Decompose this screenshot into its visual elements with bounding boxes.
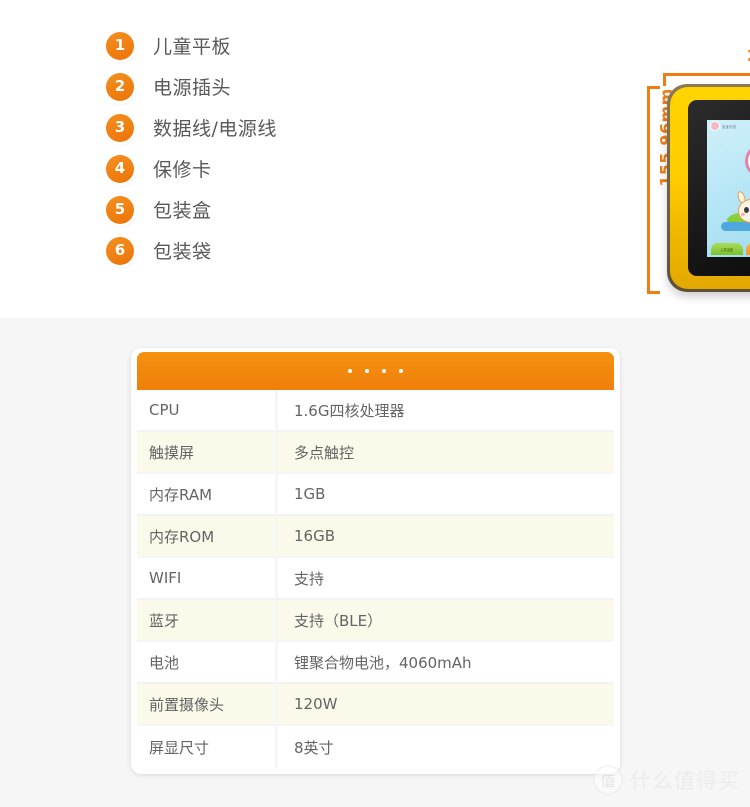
table-row: 蓝牙 支持（BLE） [137,600,614,642]
list-number-badge: 1 [106,31,134,60]
list-number-badge: 2 [106,72,134,101]
list-number-badge: 5 [106,195,134,224]
spec-value-cell: 1GB [275,474,614,516]
package-contents-list: 1 儿童平板 2 电源插头 3 数据线/电源线 4 保修卡 5 包装盒 6 包装袋 [106,25,326,271]
package-list-item: 6 包装袋 [106,230,326,271]
spec-key-cell: 蓝牙 [137,600,275,642]
spec-key-cell: 屏显尺寸 [149,738,210,757]
spec-value-cell: 支持（BLE） [275,600,614,642]
spec-value-cell: 16GB [275,516,614,558]
spec-value-cell: 1.6G四核处理器 [275,390,614,432]
list-number-badge: 4 [106,154,134,183]
specifications-card-header [137,352,614,390]
spec-value-cell: 锂聚合物电池，4060mAh [275,642,614,684]
product-detail-page: 1 儿童平板 2 电源插头 3 数据线/电源线 4 保修卡 5 包装盒 6 包装袋 226.30mm … [0,0,750,807]
header-dot-icon [382,369,386,373]
watermark-text: 什么值得买 [630,769,740,793]
package-item-label: 电源插头 [153,77,232,99]
android-nav-bar [688,264,750,272]
tablet-screen-content: 宝宝乐园 100% [707,120,750,257]
spec-key-cell: CPU [137,390,275,432]
package-list-item: 2 电源插头 [106,66,326,107]
spec-key-cell: 内存RAM [137,474,275,516]
spec-key-cell: WIFI [137,558,275,600]
specifications-table: CPU 1.6G四核处理器 触摸屏 多点触控 内存RAM 1GB 内存ROM 16GB WIFI… [137,390,614,768]
bunny-cheek-icon [741,213,745,216]
package-item-label: 包装盒 [153,200,212,222]
table-row: 内存RAM 1GB [137,474,614,516]
package-list-item: 3 数据线/电源线 [106,107,326,148]
package-list-item: 5 包装盒 [106,189,326,230]
tablet-device-image: 宝宝乐园 100% [667,84,750,292]
package-item-label: 数据线/电源线 [153,118,277,140]
package-item-label: 保修卡 [153,159,212,181]
header-dot-icon [365,369,369,373]
specifications-section: CPU 1.6G四核处理器 触摸屏 多点触控 内存RAM 1GB 内存ROM 16GB WIFI… [0,318,750,807]
tablet-screen-frame: 宝宝乐园 100% [688,100,750,276]
table-row: CPU 1.6G四核处理器 [137,390,614,432]
spec-key-cell: 电池 [137,642,275,684]
package-list-item: 1 儿童平板 [106,25,326,66]
device-dimensions-area: 226.30mm 155.96mm [315,20,750,300]
spec-key-cell: 触摸屏 [137,432,275,474]
table-row: 前置摄像头 120W [137,684,614,726]
category-dock: 儿童桌面语文英语数学音乐百科园 [711,241,750,255]
header-dot-icon [348,369,352,373]
package-contents-section: 1 儿童平板 2 电源插头 3 数据线/电源线 4 保修卡 5 包装盒 6 包装袋 226.30mm … [0,0,750,318]
screen-gloss-overlay [707,120,750,257]
dock-category-button[interactable]: 语文 [745,243,750,255]
package-list-item: 4 保修卡 [106,148,326,189]
bunny-eye-icon [744,207,749,213]
table-row: WIFI 支持 [137,558,614,600]
list-number-badge: 6 [106,236,134,265]
bunny-mascot-illustration [736,190,750,225]
header-dot-icon [399,369,403,373]
table-row: 内存ROM 16GB [137,516,614,558]
spec-key-cell: 前置摄像头 [137,684,275,726]
site-watermark: 值 什么值得买 [593,765,740,795]
package-item-label: 包装袋 [153,241,212,263]
spec-value-cell: 多点触控 [275,432,614,474]
list-number-badge: 3 [106,113,134,142]
table-row: 触摸屏 多点触控 [137,432,614,474]
user-name-label: 宝宝乐园 [722,124,736,129]
specifications-card: CPU 1.6G四核处理器 触摸屏 多点触控 内存RAM 1GB 内存ROM 16GB WIFI… [131,348,620,774]
front-camera-row [688,107,750,113]
spec-value-cell: 8英寸 [275,726,614,768]
table-row: 电池 锂聚合物电池，4060mAh [137,642,614,684]
dock-category-button[interactable]: 儿童桌面 [711,243,743,255]
package-item-label: 儿童平板 [153,36,232,58]
tablet-bezel: 宝宝乐园 100% [670,87,750,289]
spec-value-cell: 支持 [275,558,614,600]
table-row: 屏显尺寸 8英寸 [137,726,614,768]
height-bracket-icon [647,86,660,294]
screen-status-bar: 宝宝乐园 100% [707,120,750,132]
spec-key-cell: 内存ROM [137,516,275,558]
spec-value-cell: 120W [275,684,614,726]
smzdm-logo-icon: 值 [593,765,623,795]
avatar [710,121,720,131]
